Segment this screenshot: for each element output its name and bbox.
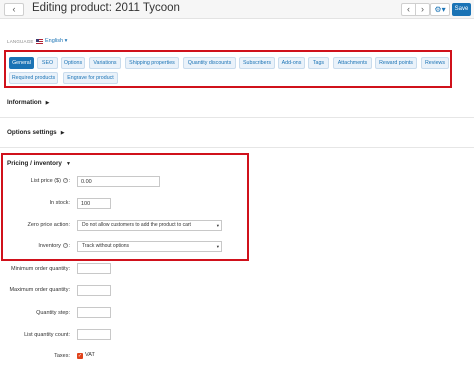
taxes-label: Taxes: [54, 353, 70, 359]
qty-step-input[interactable] [77, 307, 111, 318]
caret-right-icon: ▶ [60, 130, 65, 136]
list-price-input[interactable] [77, 176, 160, 187]
page-title: Editing product: 2011 Tycoon [32, 2, 180, 14]
min-order-qty-input[interactable] [77, 263, 111, 274]
us-flag-icon [36, 39, 43, 44]
caret-right-icon: ▶ [45, 100, 50, 106]
zero-price-action-label: Zero price action: [27, 222, 71, 228]
tab-subscribers[interactable]: Subscribers [239, 57, 275, 69]
tab-add-ons[interactable]: Add-ons [278, 57, 305, 69]
back-button[interactable]: ‹ [4, 3, 24, 16]
tab-required-products[interactable]: Required products [9, 72, 58, 84]
page-header: ‹ Editing product: 2011 Tycoon ‹ › ⚙▾ Sa… [0, 0, 474, 19]
divider [0, 147, 474, 148]
next-product-button[interactable]: › [415, 3, 430, 16]
divider [0, 117, 474, 118]
caret-down-icon: ▼ [65, 161, 71, 167]
max-order-qty-input[interactable] [77, 285, 111, 296]
help-icon: ? [63, 178, 69, 184]
chevron-down-icon: ▾ [64, 38, 68, 44]
tab-options[interactable]: Options [61, 57, 85, 69]
save-button[interactable]: Save [452, 3, 471, 16]
tab-variations[interactable]: Variations [89, 57, 121, 69]
select-arrow-icon: ▾ [216, 244, 219, 249]
list-qty-count-input[interactable] [77, 329, 111, 340]
tab-attachments[interactable]: Attachments [333, 57, 372, 69]
tab-quantity-discounts[interactable]: Quantity discounts [183, 57, 236, 69]
select-arrow-icon: ▾ [216, 223, 219, 228]
tab-reward-points[interactable]: Reward points [375, 57, 417, 69]
in-stock-input[interactable] [77, 198, 111, 209]
chevron-left-icon: ‹ [12, 4, 16, 14]
language-label: LANGUAGE [7, 39, 34, 44]
gear-icon: ⚙▾ [434, 5, 446, 14]
tab-general[interactable]: General [9, 57, 34, 69]
inventory-select[interactable]: Track without options ▾ [77, 241, 222, 252]
language-selector[interactable]: English ▾ [45, 38, 67, 44]
list-price-label: List price ($) ?: [30, 178, 70, 184]
settings-button[interactable]: ⚙▾ [430, 3, 450, 16]
tab-shipping-properties[interactable]: Shipping properties [125, 57, 179, 69]
tab-seo[interactable]: SEO [37, 57, 58, 69]
qty-step-label: Quantity step: [36, 310, 70, 316]
help-icon: ? [63, 243, 69, 249]
section-pricing-inventory[interactable]: Pricing / inventory ▼ [7, 160, 71, 167]
inventory-label: Inventory ?: [38, 243, 70, 249]
tab-reviews[interactable]: Reviews [421, 57, 449, 69]
in-stock-label: In stock: [49, 200, 70, 206]
previous-product-button[interactable]: ‹ [401, 3, 416, 16]
vat-label: VAT [85, 352, 95, 358]
min-order-qty-label: Minimum order quantity: [11, 266, 70, 272]
zero-price-action-select[interactable]: Do not allow customers to add the produc… [77, 220, 222, 231]
tab-engrave-for-product[interactable]: Engrave for product [63, 72, 118, 84]
tab-tags[interactable]: Tags [308, 57, 329, 69]
section-information[interactable]: Information ▶ [7, 99, 50, 106]
section-options-settings[interactable]: Options settings ▶ [7, 129, 65, 136]
max-order-qty-label: Maximum order quantity: [9, 287, 70, 293]
list-qty-count-label: List quantity count: [24, 332, 70, 338]
chevron-right-icon: › [421, 4, 424, 14]
vat-checkbox[interactable]: ✓ [77, 353, 83, 359]
chevron-left-icon: ‹ [407, 4, 410, 14]
checkmark-icon: ✓ [77, 353, 83, 359]
